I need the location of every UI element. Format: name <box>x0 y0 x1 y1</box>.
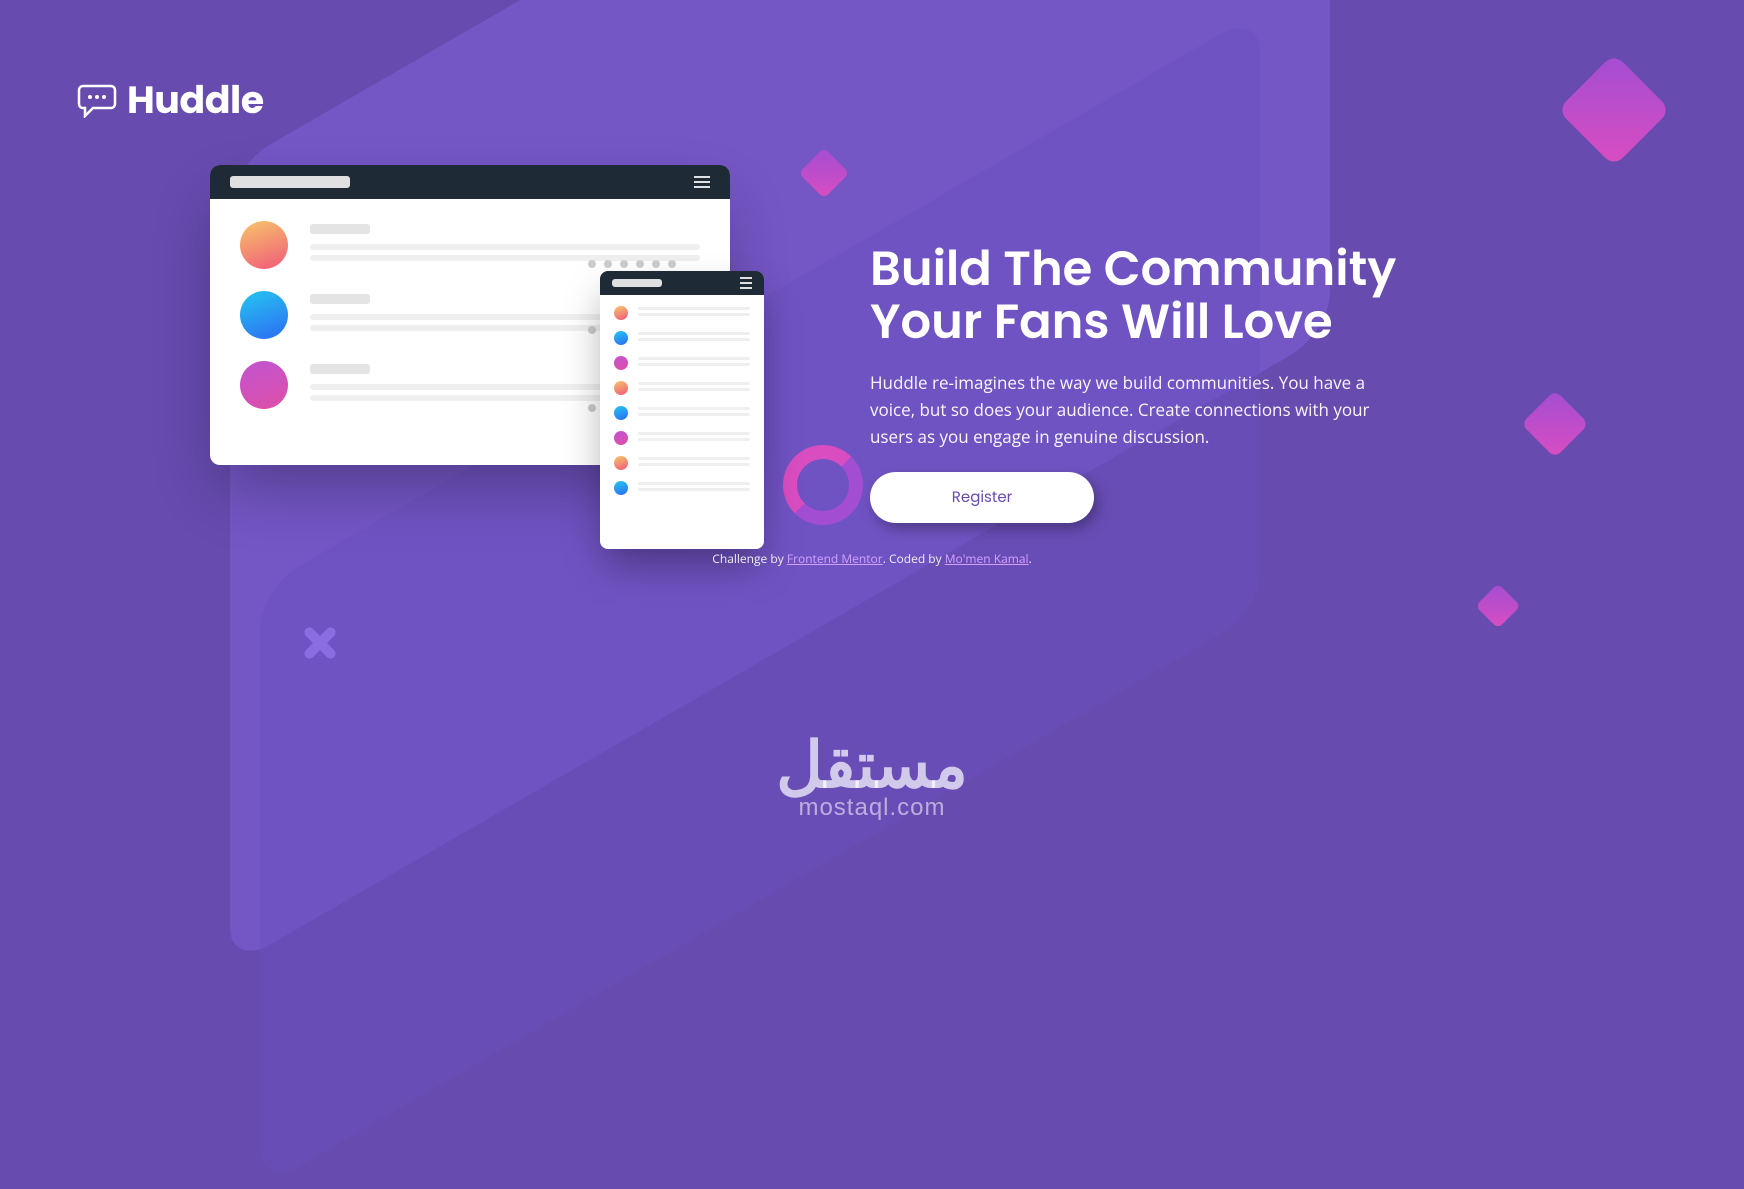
mockup-avatar <box>614 306 628 320</box>
mockup-row <box>600 420 764 445</box>
mockup-avatar <box>614 456 628 470</box>
mockup-row <box>600 320 764 345</box>
headline-line-2: Your Fans Will Love <box>870 288 1333 355</box>
attribution-suffix: . <box>1029 550 1032 567</box>
mockup-avatar <box>614 481 628 495</box>
attribution-prefix: Challenge by <box>712 550 783 567</box>
mockup-avatar <box>614 356 628 370</box>
decor-diamond-icon <box>1475 583 1520 628</box>
connector-dot <box>588 260 596 268</box>
hero-section: Build The Community Your Fans Will Love … <box>0 165 1744 565</box>
register-button[interactable]: Register <box>870 472 1094 523</box>
mockup-text-lines <box>638 432 750 444</box>
mockup-text-lines <box>638 357 750 369</box>
mockup-avatar <box>614 431 628 445</box>
logo-text: Huddle <box>127 72 264 129</box>
connector-dot <box>604 260 612 268</box>
connector-dot <box>588 404 596 412</box>
mockup-avatar <box>614 331 628 345</box>
mockup-row <box>600 345 764 370</box>
hamburger-icon <box>740 277 752 289</box>
mockup-row <box>600 470 764 495</box>
mockup-titlebar <box>600 271 764 295</box>
mockup-avatar <box>614 381 628 395</box>
hero-text-column: Build The Community Your Fans Will Love … <box>860 165 1744 523</box>
hero-illustration <box>80 165 860 565</box>
site-logo: Huddle <box>77 72 264 129</box>
mockup-row <box>600 445 764 470</box>
mockup-text-lines <box>638 482 750 494</box>
mockup-text-lines <box>638 307 750 319</box>
connector-dot <box>636 260 644 268</box>
mockup-row <box>600 395 764 420</box>
mockup-row <box>600 370 764 395</box>
hero-subtitle: Huddle re-imagines the way we build comm… <box>870 369 1410 451</box>
decor-diamond-icon <box>1557 53 1670 166</box>
watermark-arabic: مستقل <box>776 743 968 788</box>
mockup-avatar <box>240 361 288 409</box>
mockup-avatar <box>240 291 288 339</box>
watermark-latin: mostaql.com <box>776 794 968 822</box>
hamburger-icon <box>694 176 710 188</box>
mockup-title-placeholder <box>230 176 350 188</box>
attribution-separator: . Coded by <box>883 550 942 567</box>
mockup-text-lines <box>638 457 750 469</box>
mockup-titlebar <box>210 165 730 199</box>
mockup-text-lines <box>638 332 750 344</box>
decor-x-icon <box>300 622 340 662</box>
illustration-mobile-mockup <box>600 271 764 549</box>
attribution-link-frontend-mentor[interactable]: Frontend Mentor <box>787 550 883 567</box>
mockup-row <box>210 199 730 269</box>
connector-dot <box>588 326 596 334</box>
connector-dot <box>620 260 628 268</box>
mockup-title-placeholder <box>612 279 662 287</box>
mockup-row <box>600 295 764 320</box>
connector-dot <box>668 260 676 268</box>
attribution-footer: Challenge by Frontend Mentor. Coded by M… <box>0 550 1744 567</box>
mockup-text-lines <box>638 382 750 394</box>
mockup-avatar <box>614 406 628 420</box>
mockup-avatar <box>240 221 288 269</box>
speech-bubble-icon <box>77 84 117 118</box>
mostaql-watermark: مستقل mostaql.com <box>776 743 968 822</box>
connector-dot <box>652 260 660 268</box>
hero-headline: Build The Community Your Fans Will Love <box>870 243 1624 349</box>
attribution-link-author[interactable]: Mo'men Kamal <box>945 550 1029 567</box>
mockup-text-lines <box>638 407 750 419</box>
